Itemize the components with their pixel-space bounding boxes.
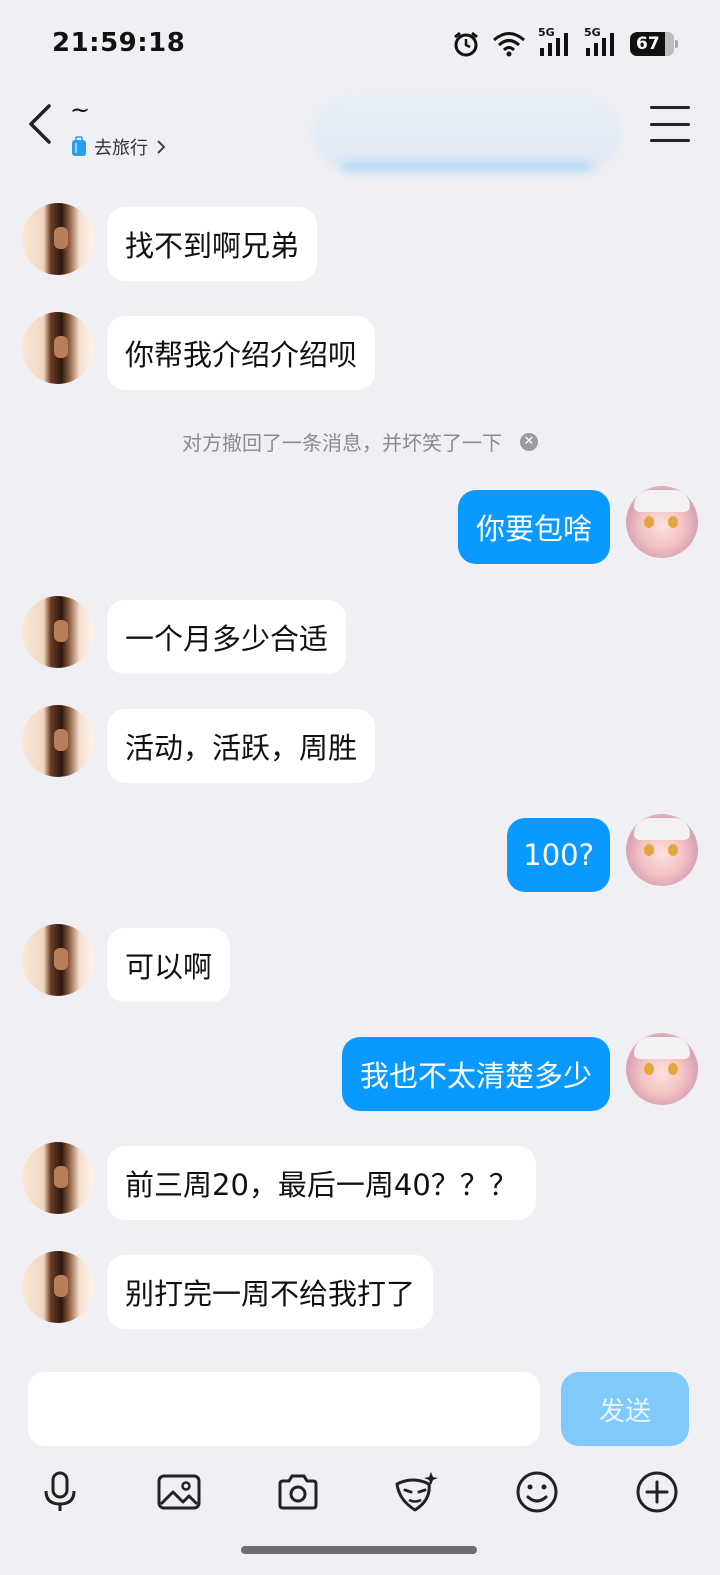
image-icon [157, 1474, 201, 1510]
smiley-icon [516, 1471, 558, 1513]
close-icon[interactable]: ✕ [520, 432, 538, 451]
message-bubble[interactable]: 前三周20，最后一周40？？？ [107, 1146, 536, 1220]
emoji-sticker-icon [395, 1472, 438, 1512]
sticker-button[interactable] [392, 1468, 440, 1516]
recall-notice: 对方撤回了一条消息，并坏笑了一下 ✕ [0, 427, 720, 456]
contact-status-text: 去旅行 [94, 138, 148, 159]
contact-avatar[interactable] [22, 1142, 94, 1214]
status-bar: 21:59:18 5G 5G 67 [0, 0, 720, 90]
contact-avatar[interactable] [22, 705, 94, 777]
suitcase-icon [72, 136, 86, 156]
message-input[interactable] [28, 1372, 540, 1446]
more-button[interactable] [633, 1468, 681, 1516]
camera-button[interactable] [274, 1468, 322, 1516]
message-bubble[interactable]: 找不到啊兄弟 [107, 207, 318, 281]
blurred-banner [312, 92, 622, 172]
self-avatar[interactable] [626, 486, 698, 558]
message-bubble[interactable]: 你帮我介绍介绍呗 [107, 316, 376, 390]
contact-status[interactable]: 去旅行 [70, 134, 168, 160]
chevron-left-icon [29, 104, 51, 144]
alarm-icon [454, 31, 478, 57]
plus-circle-icon [636, 1471, 678, 1513]
contact-avatar[interactable] [22, 596, 94, 668]
self-avatar[interactable] [626, 1033, 698, 1105]
battery-level: 67 [636, 34, 660, 54]
signal-5g-icon: 5G [538, 26, 572, 58]
contact-avatar[interactable] [22, 924, 94, 996]
back-button[interactable] [20, 102, 60, 146]
self-avatar[interactable] [626, 814, 698, 886]
composer-toolbar [0, 1468, 720, 1513]
message-bubble[interactable]: 我也不太清楚多少 [341, 1037, 610, 1111]
hamburger-menu-icon [650, 106, 690, 109]
home-indicator[interactable] [241, 1546, 477, 1554]
chat-header: ~ 去旅行 [0, 90, 720, 180]
menu-button[interactable] [650, 106, 690, 142]
camera-icon [278, 1474, 318, 1510]
image-button[interactable] [155, 1468, 203, 1516]
contact-avatar[interactable] [22, 312, 94, 384]
message-bubble[interactable]: 你要包啥 [457, 490, 610, 564]
message-bubble[interactable]: 100? [507, 818, 610, 892]
message-bubble[interactable]: 别打完一周不给我打了 [107, 1255, 434, 1329]
composer: 发送 [0, 1360, 720, 1575]
message-list[interactable]: 找不到啊兄弟 你帮我介绍介绍呗 对方撤回了一条消息，并坏笑了一下 ✕ 你要包啥 … [0, 180, 720, 1360]
voice-button[interactable] [36, 1468, 84, 1516]
chevron-right-icon [157, 140, 166, 154]
wifi-icon [493, 32, 525, 57]
message-bubble[interactable]: 可以啊 [107, 928, 231, 1002]
status-icons: 5G 5G 67 [452, 26, 678, 58]
contact-avatar[interactable] [22, 1251, 94, 1323]
message-bubble[interactable]: 活动，活跃，周胜 [107, 709, 376, 783]
status-time: 21:59:18 [52, 28, 186, 58]
message-bubble[interactable]: 一个月多少合适 [107, 600, 347, 674]
signal-5g-icon: 5G [584, 26, 618, 58]
microphone-icon [44, 1471, 76, 1511]
contact-avatar[interactable] [22, 203, 94, 275]
emoji-button[interactable] [513, 1468, 561, 1516]
send-button[interactable]: 发送 [561, 1372, 689, 1446]
recall-notice-text: 对方撤回了一条消息，并坏笑了一下 [182, 431, 502, 455]
contact-name[interactable]: ~ [70, 96, 90, 124]
battery-icon: 67 [630, 32, 678, 56]
